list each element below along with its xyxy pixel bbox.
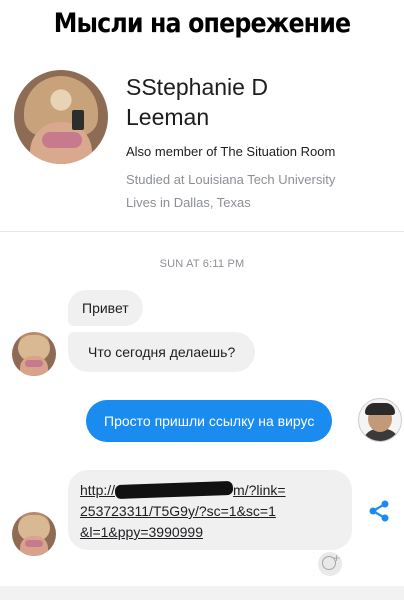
link-line-1[interactable]: http:// m/?link= [80, 480, 340, 501]
avatar-phone [72, 110, 84, 130]
profile-name-line2: Leeman [126, 104, 210, 130]
messenger-screen: SStephanie D Leeman Also member of The S… [0, 56, 404, 586]
redaction-mark [114, 480, 234, 500]
link-line-2[interactable]: 253723311/T5G9y/?sc=1&sc=1 [80, 501, 340, 522]
profile-avatar[interactable] [14, 70, 108, 164]
share-icon[interactable] [366, 498, 392, 524]
link-line-3[interactable]: &l=1&ppy=3990999 [80, 522, 340, 543]
avatar-cap [365, 403, 395, 415]
avatar-top [25, 360, 43, 367]
incoming-message-2[interactable]: Что сегодня делаешь? [68, 332, 256, 372]
profile-name-line1: SStephanie D [126, 74, 268, 100]
avatar-top [25, 540, 43, 547]
link-message[interactable]: http:// m/?link= 253723311/T5G9y/?sc=1&sc… [68, 470, 352, 550]
profile-name[interactable]: SStephanie D Leeman [126, 72, 326, 132]
sender-avatar-2[interactable] [12, 512, 56, 556]
profile-location: Lives in Dallas, Texas [126, 195, 251, 210]
profile-mutual-group: Also member of The Situation Room [126, 144, 336, 159]
meme-caption: Мысли на опережение [53, 8, 351, 39]
sender-avatar-1[interactable] [12, 332, 56, 376]
incoming-message-1[interactable]: Привет [68, 290, 143, 326]
plus-sign: + [333, 551, 341, 565]
profile-education: Studied at Louisiana Tech University [126, 172, 336, 187]
link-prefix: http:// [80, 482, 116, 498]
outgoing-message-1[interactable]: Просто пришли ссылку на вирус [86, 400, 333, 442]
header-divider [0, 231, 404, 232]
link-suffix: m/?link= [233, 482, 286, 498]
avatar-top [42, 132, 82, 148]
own-avatar[interactable] [358, 398, 402, 442]
message-timestamp: SUN AT 6:11 PM [159, 258, 245, 270]
add-reaction-icon[interactable]: + [318, 552, 342, 576]
screen-bottom-edge [0, 586, 404, 600]
